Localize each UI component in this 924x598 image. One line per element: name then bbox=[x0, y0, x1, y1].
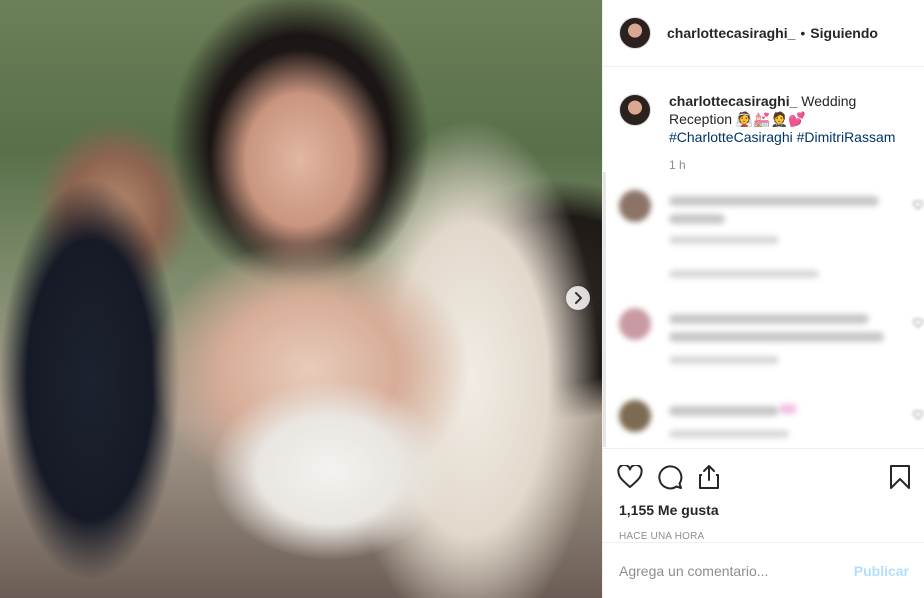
heart-icon[interactable] bbox=[913, 200, 923, 210]
comment-emoji bbox=[779, 404, 797, 414]
likes-count[interactable]: 1,155 Me gusta bbox=[617, 502, 911, 518]
caption: charlottecasiraghi_ Wedding Reception 👰💒… bbox=[603, 67, 924, 146]
comment-meta bbox=[669, 356, 779, 364]
post-photo[interactable] bbox=[0, 0, 602, 598]
comment-item bbox=[619, 308, 924, 400]
add-comment-form: Publicar bbox=[603, 542, 924, 598]
separator-dot: • bbox=[800, 25, 806, 41]
comment-input[interactable] bbox=[619, 562, 854, 579]
chevron-right-icon bbox=[575, 292, 582, 304]
caption-avatar[interactable] bbox=[619, 94, 651, 126]
hashtag-link[interactable]: #CharlotteCasiraghi bbox=[669, 129, 793, 145]
post-header: charlottecasiraghi_ • Siguiendo bbox=[603, 0, 924, 67]
comment-meta bbox=[669, 236, 779, 244]
comment-avatar bbox=[619, 400, 651, 432]
comment-text bbox=[669, 214, 725, 224]
post-side-panel: charlottecasiraghi_ • Siguiendo charlott… bbox=[602, 0, 924, 598]
post-actions: 1,155 Me gusta HACE UNA HORA bbox=[603, 448, 924, 542]
comment-icon bbox=[658, 465, 683, 490]
following-button[interactable]: Siguiendo bbox=[810, 25, 878, 41]
action-icons bbox=[617, 457, 911, 497]
scroll-indicator bbox=[603, 172, 606, 447]
share-icon bbox=[699, 465, 719, 489]
comments-list[interactable]: charlottecasiraghi_ Wedding Reception 👰💒… bbox=[603, 67, 924, 447]
comment-avatar bbox=[619, 190, 651, 222]
caption-hashtags: #CharlotteCasiraghi #DimitriRassam bbox=[669, 129, 895, 145]
avatar[interactable] bbox=[619, 17, 651, 49]
publish-button[interactable]: Publicar bbox=[854, 563, 909, 579]
like-button[interactable] bbox=[617, 457, 657, 497]
caption-username[interactable]: charlottecasiraghi_ bbox=[669, 93, 797, 109]
heart-icon[interactable] bbox=[913, 318, 923, 328]
share-button[interactable] bbox=[697, 457, 737, 497]
comment-text bbox=[669, 406, 779, 416]
comment-meta bbox=[669, 430, 789, 438]
heart-icon[interactable] bbox=[913, 410, 923, 420]
comment-text bbox=[669, 314, 869, 324]
caption-body: charlottecasiraghi_ Wedding Reception 👰💒… bbox=[669, 92, 909, 146]
caption-time: 1 h bbox=[669, 158, 686, 172]
comment-replies bbox=[669, 270, 819, 278]
comment-text bbox=[669, 332, 884, 342]
next-photo-button[interactable] bbox=[566, 286, 590, 310]
save-button[interactable] bbox=[871, 457, 911, 497]
comment-avatar bbox=[619, 308, 651, 340]
post-timestamp[interactable]: HACE UNA HORA bbox=[617, 531, 911, 542]
comment-button[interactable] bbox=[657, 457, 697, 497]
heart-icon bbox=[617, 465, 643, 488]
comment-item bbox=[619, 400, 924, 447]
header-username[interactable]: charlottecasiraghi_ bbox=[667, 25, 795, 41]
bookmark-icon bbox=[890, 465, 910, 489]
hashtag-link[interactable]: #DimitriRassam bbox=[797, 129, 896, 145]
comment-item bbox=[619, 190, 924, 308]
comment-text bbox=[669, 196, 879, 206]
